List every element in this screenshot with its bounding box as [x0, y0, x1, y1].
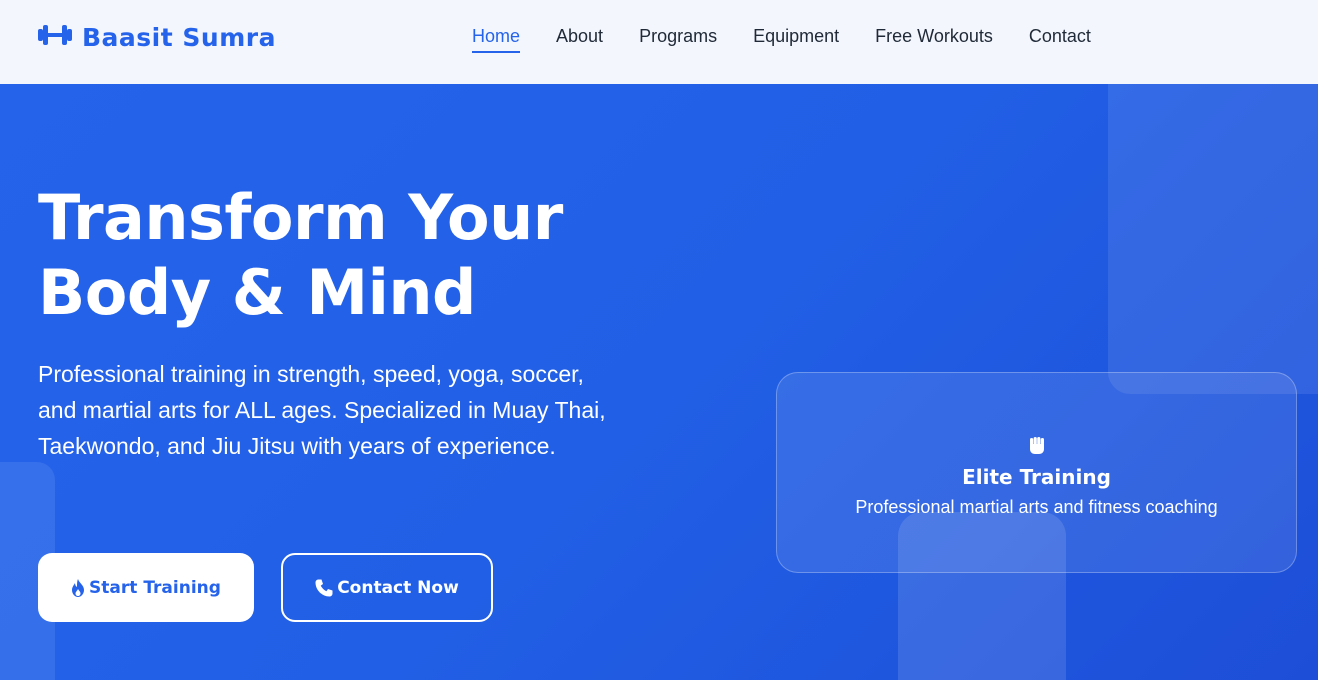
hero-title: Transform Your Body & Mind: [38, 180, 678, 330]
nav-about[interactable]: About: [556, 26, 603, 53]
nav-contact[interactable]: Contact: [1029, 26, 1091, 53]
hero-section: Transform Your Body & Mind Professional …: [0, 84, 1318, 680]
decorative-shape: [898, 512, 1066, 680]
hero-title-line-1: Transform Your: [38, 181, 563, 254]
nav-equipment[interactable]: Equipment: [753, 26, 839, 53]
phone-icon: [315, 579, 333, 597]
contact-now-label: Contact Now: [337, 577, 459, 598]
main-nav: Home About Programs Equipment Free Worko…: [472, 26, 1091, 53]
contact-now-button[interactable]: Contact Now: [281, 553, 493, 622]
fist-icon: [1029, 437, 1045, 459]
nav-programs[interactable]: Programs: [639, 26, 717, 53]
dumbbell-icon: [38, 23, 72, 51]
hero-title-line-2: Body & Mind: [38, 256, 476, 329]
logo-text: Baasit Sumra: [82, 22, 276, 52]
start-training-label: Start Training: [89, 577, 221, 598]
hero-description: Professional training in strength, speed…: [38, 361, 606, 459]
logo[interactable]: Baasit Sumra: [38, 22, 276, 52]
nav-home[interactable]: Home: [472, 26, 521, 53]
decorative-shape: [1108, 84, 1318, 394]
fire-icon: [71, 578, 85, 597]
start-training-button[interactable]: Start Training: [38, 553, 254, 622]
site-header: Baasit Sumra Home About Programs Equipme…: [0, 0, 1318, 84]
nav-free-workouts[interactable]: Free Workouts: [875, 26, 993, 53]
feature-card-title: Elite Training: [962, 465, 1111, 489]
